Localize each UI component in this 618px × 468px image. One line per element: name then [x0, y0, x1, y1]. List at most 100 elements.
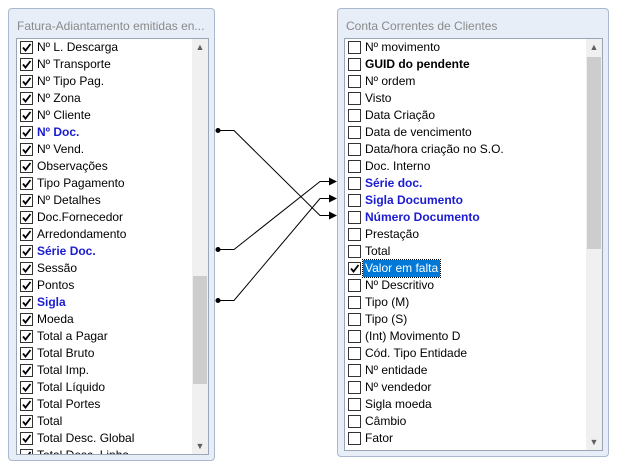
field-item-n-movimento[interactable]: Nº movimento — [345, 39, 588, 56]
field-item-n-entidade[interactable]: Nº entidade — [345, 362, 588, 379]
field-item-n-descritivo[interactable]: Nº Descritivo — [345, 277, 588, 294]
checkbox-checked-icon[interactable] — [20, 415, 33, 428]
checkbox-checked-icon[interactable] — [20, 160, 33, 173]
checkbox-unchecked-icon[interactable] — [348, 415, 361, 428]
left-field-list[interactable]: Nº L. Descarga Nº Transporte Nº Tipo Pag. N… — [16, 38, 209, 455]
checkbox-checked-icon[interactable] — [20, 143, 33, 156]
checkbox-checked-icon[interactable] — [20, 330, 33, 343]
checkbox-unchecked-icon[interactable] — [348, 296, 361, 309]
checkbox-checked-icon[interactable] — [20, 126, 33, 139]
checkbox-unchecked-icon[interactable] — [348, 194, 361, 207]
checkbox-checked-icon[interactable] — [20, 75, 33, 88]
checkbox-unchecked-icon[interactable] — [348, 364, 361, 377]
checkbox-unchecked-icon[interactable] — [348, 398, 361, 411]
field-item-n-cliente[interactable]: Nº Cliente — [17, 107, 194, 124]
link-line[interactable] — [218, 194, 337, 301]
checkbox-checked-icon[interactable] — [20, 58, 33, 71]
checkbox-checked-icon[interactable] — [20, 262, 33, 275]
field-item-n-zona[interactable]: Nº Zona — [17, 90, 194, 107]
checkbox-checked-icon[interactable] — [20, 381, 33, 394]
field-item-pontos[interactable]: Pontos — [17, 277, 194, 294]
scroll-down-icon[interactable]: ▼ — [192, 438, 208, 454]
field-item-data-criacao[interactable]: Data Criação — [345, 107, 588, 124]
checkbox-unchecked-icon[interactable] — [348, 313, 361, 326]
field-item-prestacao[interactable]: Prestação — [345, 226, 588, 243]
field-item-sessao[interactable]: Sessão — [17, 260, 194, 277]
field-item-tipo-m[interactable]: Tipo (M) — [345, 294, 588, 311]
field-item-sigla-documento[interactable]: Sigla Documento — [345, 192, 588, 209]
checkbox-checked-icon[interactable] — [20, 41, 33, 54]
checkbox-checked-icon[interactable] — [20, 432, 33, 445]
checkbox-checked-icon[interactable] — [20, 296, 33, 309]
checkbox-checked-icon[interactable] — [20, 211, 33, 224]
field-item-valor-em-falta[interactable]: Valor em falta — [345, 259, 588, 278]
field-item-total-bruto[interactable]: Total Bruto — [17, 345, 194, 362]
right-field-list[interactable]: Nº movimento GUID do pendente Nº ordem Vist… — [344, 38, 603, 451]
link-line[interactable] — [218, 177, 337, 250]
checkbox-checked-icon[interactable] — [20, 313, 33, 326]
checkbox-unchecked-icon[interactable] — [348, 126, 361, 139]
field-item-n-vendedor[interactable]: Nº vendedor — [345, 379, 588, 396]
checkbox-unchecked-icon[interactable] — [348, 330, 361, 343]
field-item-serie-doc[interactable]: Série Doc. — [17, 243, 194, 260]
field-item-int-movimento-d[interactable]: (Int) Movimento D — [345, 328, 588, 345]
field-item-total-desc-linha[interactable]: Total Desc. Linha — [17, 447, 194, 454]
checkbox-checked-icon[interactable] — [20, 347, 33, 360]
field-item-n-transporte[interactable]: Nº Transporte — [17, 56, 194, 73]
field-item-tipo-s[interactable]: Tipo (S) — [345, 311, 588, 328]
field-item-n-tipo-pag[interactable]: Nº Tipo Pag. — [17, 73, 194, 90]
field-item-visto[interactable]: Visto — [345, 90, 588, 107]
checkbox-unchecked-icon[interactable] — [348, 228, 361, 241]
field-item-total-portes[interactable]: Total Portes — [17, 396, 194, 413]
checkbox-unchecked-icon[interactable] — [348, 177, 361, 190]
field-item-observacoes[interactable]: Observações — [17, 158, 194, 175]
field-item-total[interactable]: Total — [17, 413, 194, 430]
link-line[interactable] — [218, 130, 337, 220]
scroll-down-icon[interactable]: ▼ — [586, 434, 602, 450]
checkbox-unchecked-icon[interactable] — [348, 109, 361, 122]
field-item-total-a-pagar[interactable]: Total a Pagar — [17, 328, 194, 345]
checkbox-unchecked-icon[interactable] — [348, 279, 361, 292]
checkbox-unchecked-icon[interactable] — [348, 381, 361, 394]
checkbox-unchecked-icon[interactable] — [348, 92, 361, 105]
field-item-doc-fornecedor[interactable]: Doc.Fornecedor — [17, 209, 194, 226]
field-item-sigla[interactable]: Sigla — [17, 294, 194, 311]
checkbox-checked-icon[interactable] — [20, 109, 33, 122]
field-item-serie-doc[interactable]: Série doc. — [345, 175, 588, 192]
field-item-total-desc-global[interactable]: Total Desc. Global — [17, 430, 194, 447]
field-item-n-doc[interactable]: Nº Doc. — [17, 124, 194, 141]
left-scroll-thumb[interactable] — [193, 276, 207, 384]
field-item-cod-tipo-entidade[interactable]: Cód. Tipo Entidade — [345, 345, 588, 362]
checkbox-checked-icon[interactable] — [20, 279, 33, 292]
checkbox-checked-icon[interactable] — [20, 194, 33, 207]
checkbox-unchecked-icon[interactable] — [348, 160, 361, 173]
field-item-n-vend[interactable]: Nº Vend. — [17, 141, 194, 158]
field-item-doc-interno[interactable]: Doc. Interno — [345, 158, 588, 175]
checkbox-checked-icon[interactable] — [348, 262, 361, 275]
scroll-up-icon[interactable]: ▲ — [192, 39, 208, 55]
field-item-sigla-moeda[interactable]: Sigla moeda — [345, 396, 588, 413]
right-scroll-thumb[interactable] — [587, 57, 601, 249]
checkbox-checked-icon[interactable] — [20, 177, 33, 190]
field-item-n-l-descarga[interactable]: Nº L. Descarga — [17, 39, 194, 56]
field-item-n-detalhes[interactable]: Nº Detalhes — [17, 192, 194, 209]
checkbox-unchecked-icon[interactable] — [348, 58, 361, 71]
checkbox-checked-icon[interactable] — [20, 228, 33, 241]
checkbox-unchecked-icon[interactable] — [348, 245, 361, 258]
field-item-moeda[interactable]: Moeda — [17, 311, 194, 328]
field-item-n-ordem[interactable]: Nº ordem — [345, 73, 588, 90]
field-item-guid-do-pendente[interactable]: GUID do pendente — [345, 56, 588, 73]
left-scrollbar[interactable]: ▲ ▼ — [192, 39, 208, 454]
right-scrollbar[interactable]: ▲ ▼ — [586, 39, 602, 450]
checkbox-checked-icon[interactable] — [20, 398, 33, 411]
field-item-data-hora-criacao-no-s-o[interactable]: Data/hora criação no S.O. — [345, 141, 588, 158]
checkbox-checked-icon[interactable] — [20, 245, 33, 258]
checkbox-unchecked-icon[interactable] — [348, 347, 361, 360]
field-item-data-de-vencimento[interactable]: Data de vencimento — [345, 124, 588, 141]
field-item-cambio[interactable]: Câmbio — [345, 413, 588, 430]
field-item-fator[interactable]: Fator — [345, 430, 588, 447]
scroll-up-icon[interactable]: ▲ — [586, 39, 602, 55]
checkbox-checked-icon[interactable] — [20, 449, 33, 454]
checkbox-unchecked-icon[interactable] — [348, 211, 361, 224]
checkbox-unchecked-icon[interactable] — [348, 432, 361, 445]
